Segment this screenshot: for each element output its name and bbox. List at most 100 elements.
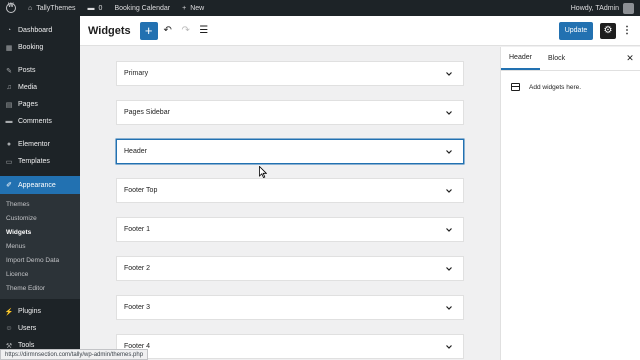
new-content-link[interactable]: + New [176, 0, 210, 16]
sidebar-item-media[interactable]: ♫ Media [0, 79, 80, 96]
sidebar-item-label: Plugins [18, 308, 41, 315]
sidebar-item-label: Media [18, 84, 38, 91]
widget-area-footer-4[interactable]: Footer 4 [116, 334, 464, 359]
sidebar-item-label: Elementor [18, 141, 50, 148]
sidebar-item-posts[interactable]: ✎ Posts [0, 62, 80, 79]
widget-area-footer-2[interactable]: Footer 2 [116, 256, 464, 281]
chevron-down-icon [446, 71, 452, 76]
submenu-item-licence[interactable]: Licence [0, 267, 80, 281]
plugin-icon: ⚡ [4, 308, 14, 316]
sidebar-item-plugins[interactable]: ⚡ Plugins [0, 303, 80, 320]
sidebar-item-pages[interactable]: ▤ Pages [0, 96, 80, 113]
widget-area-title: Footer 2 [124, 265, 151, 272]
widget-area-title: Footer 3 [124, 304, 151, 311]
redo-icon[interactable]: ↷ [178, 23, 194, 39]
submenu-item-widgets[interactable]: Widgets [0, 225, 80, 239]
submenu-item-menus[interactable]: Menus [0, 239, 80, 253]
widget-area-footer-3[interactable]: Footer 3 [116, 295, 464, 320]
panel-body: Add widgets here. [501, 71, 640, 103]
submenu-item-customize[interactable]: Customize [0, 211, 80, 225]
tab-block[interactable]: Block [540, 47, 573, 70]
plus-icon: + [182, 4, 187, 12]
new-label: New [190, 4, 205, 12]
chevron-down-icon [446, 149, 452, 154]
submenu-item-theme-editor[interactable]: Theme Editor [0, 281, 80, 295]
sidebar-item-dashboard[interactable]: ◔ Dashboard [0, 22, 80, 39]
elementor-icon: ● [6, 141, 12, 148]
chevron-down-icon [446, 305, 452, 310]
widget-area-primary[interactable]: Primary [116, 61, 464, 86]
pin-icon: ✎ [6, 67, 12, 75]
sidebar-item-label: Tools [18, 342, 35, 349]
editor-header: Widgets + ↶ ↷ ☰ Update ⚙ ⋮ [80, 16, 640, 46]
chevron-down-icon [446, 110, 452, 115]
page-title: Widgets [88, 24, 131, 37]
sidebar-item-label: Appearance [18, 181, 56, 189]
comment-icon: ▬ [5, 118, 13, 125]
dashboard-icon: ◔ [6, 27, 12, 34]
chevron-down-icon [446, 227, 452, 232]
sidebar-item-label: Comments [18, 118, 52, 125]
empty-message: Add widgets here. [529, 83, 582, 91]
browser-status-bar: https://dirmnsection.com/tally/wp-admin/… [0, 349, 149, 360]
wp-logo-menu[interactable] [0, 0, 22, 16]
list-view-icon[interactable]: ☰ [196, 23, 212, 39]
sidebar-item-label: Posts [18, 67, 36, 74]
update-button[interactable]: Update [559, 21, 593, 40]
comment-bubble-icon: ▬ [87, 4, 95, 12]
sidebar-item-label: Users [18, 325, 37, 332]
widget-areas-canvas: Primary Pages Sidebar Header Footer Top … [80, 47, 500, 360]
account-menu[interactable]: Howdy, TAdmin [565, 0, 640, 16]
panel-tabs: Header Block ✕ [501, 47, 640, 71]
widget-area-header[interactable]: Header [116, 139, 464, 164]
chevron-down-icon [446, 188, 452, 193]
undo-icon[interactable]: ↶ [160, 23, 176, 39]
submenu-item-import-demo-data[interactable]: Import Demo Data [0, 253, 80, 267]
chevron-down-icon [446, 266, 452, 271]
page-icon: ▤ [5, 101, 13, 109]
widget-area-pages-sidebar[interactable]: Pages Sidebar [116, 100, 464, 125]
greeting: Howdy, TAdmin [570, 4, 619, 12]
status-url: https://dirmnsection.com/tally/wp-admin/… [5, 351, 144, 358]
more-options-icon[interactable]: ⋮ [620, 23, 634, 39]
wordpress-logo-icon [6, 3, 16, 13]
calendar-icon: ▦ [5, 44, 13, 52]
chevron-down-icon [446, 344, 452, 349]
widget-area-title: Header [124, 148, 147, 155]
sidebar-item-label: Booking [18, 44, 44, 51]
submenu-item-themes[interactable]: Themes [0, 197, 80, 211]
widget-area-title: Primary [124, 70, 149, 77]
sidebar-item-label: Templates [18, 158, 50, 165]
settings-panel: Header Block ✕ Add widgets here. [500, 47, 640, 360]
sidebar-item-booking[interactable]: ▦ Booking [0, 39, 80, 56]
sidebar-item-label: Dashboard [18, 27, 53, 34]
comments-link[interactable]: ▬ 0 [82, 0, 109, 16]
appearance-submenu: Themes Customize Widgets Menus Import De… [0, 194, 80, 299]
settings-gear-icon[interactable]: ⚙ [600, 22, 616, 39]
home-icon: ⌂ [28, 4, 33, 12]
media-icon: ♫ [6, 84, 12, 91]
close-icon[interactable]: ✕ [620, 47, 640, 70]
sidebar-item-templates[interactable]: ▭ Templates [0, 153, 80, 170]
widget-area-footer-top[interactable]: Footer Top [116, 178, 464, 203]
avatar [623, 2, 634, 14]
widget-area-icon [511, 83, 520, 91]
site-name-link[interactable]: ⌂ TallyThemes [22, 0, 82, 16]
widget-area-footer-1[interactable]: Footer 1 [116, 217, 464, 242]
admin-bar: ⌂ TallyThemes ▬ 0 Booking Calendar + New… [0, 0, 640, 16]
mouse-cursor-icon [259, 166, 267, 178]
admin-sidebar: ◔ Dashboard ▦ Booking ✎ Posts ♫ Media ▤ … [0, 16, 80, 360]
brush-icon: ✐ [6, 182, 12, 189]
sidebar-item-comments[interactable]: ▬ Comments [0, 113, 80, 130]
widget-area-title: Footer Top [124, 187, 158, 194]
sidebar-item-users[interactable]: ☺ Users [0, 320, 80, 337]
widget-area-title: Pages Sidebar [124, 109, 170, 116]
tab-header[interactable]: Header [501, 47, 540, 70]
sidebar-item-elementor[interactable]: ● Elementor [0, 136, 80, 153]
users-icon: ☺ [5, 325, 13, 332]
widget-area-title: Footer 1 [124, 226, 151, 233]
sidebar-item-appearance[interactable]: ✐ Appearance [0, 176, 80, 194]
booking-calendar-link[interactable]: Booking Calendar [108, 0, 176, 16]
sidebar-item-label: Pages [18, 101, 38, 108]
add-block-button[interactable]: + [139, 21, 158, 40]
